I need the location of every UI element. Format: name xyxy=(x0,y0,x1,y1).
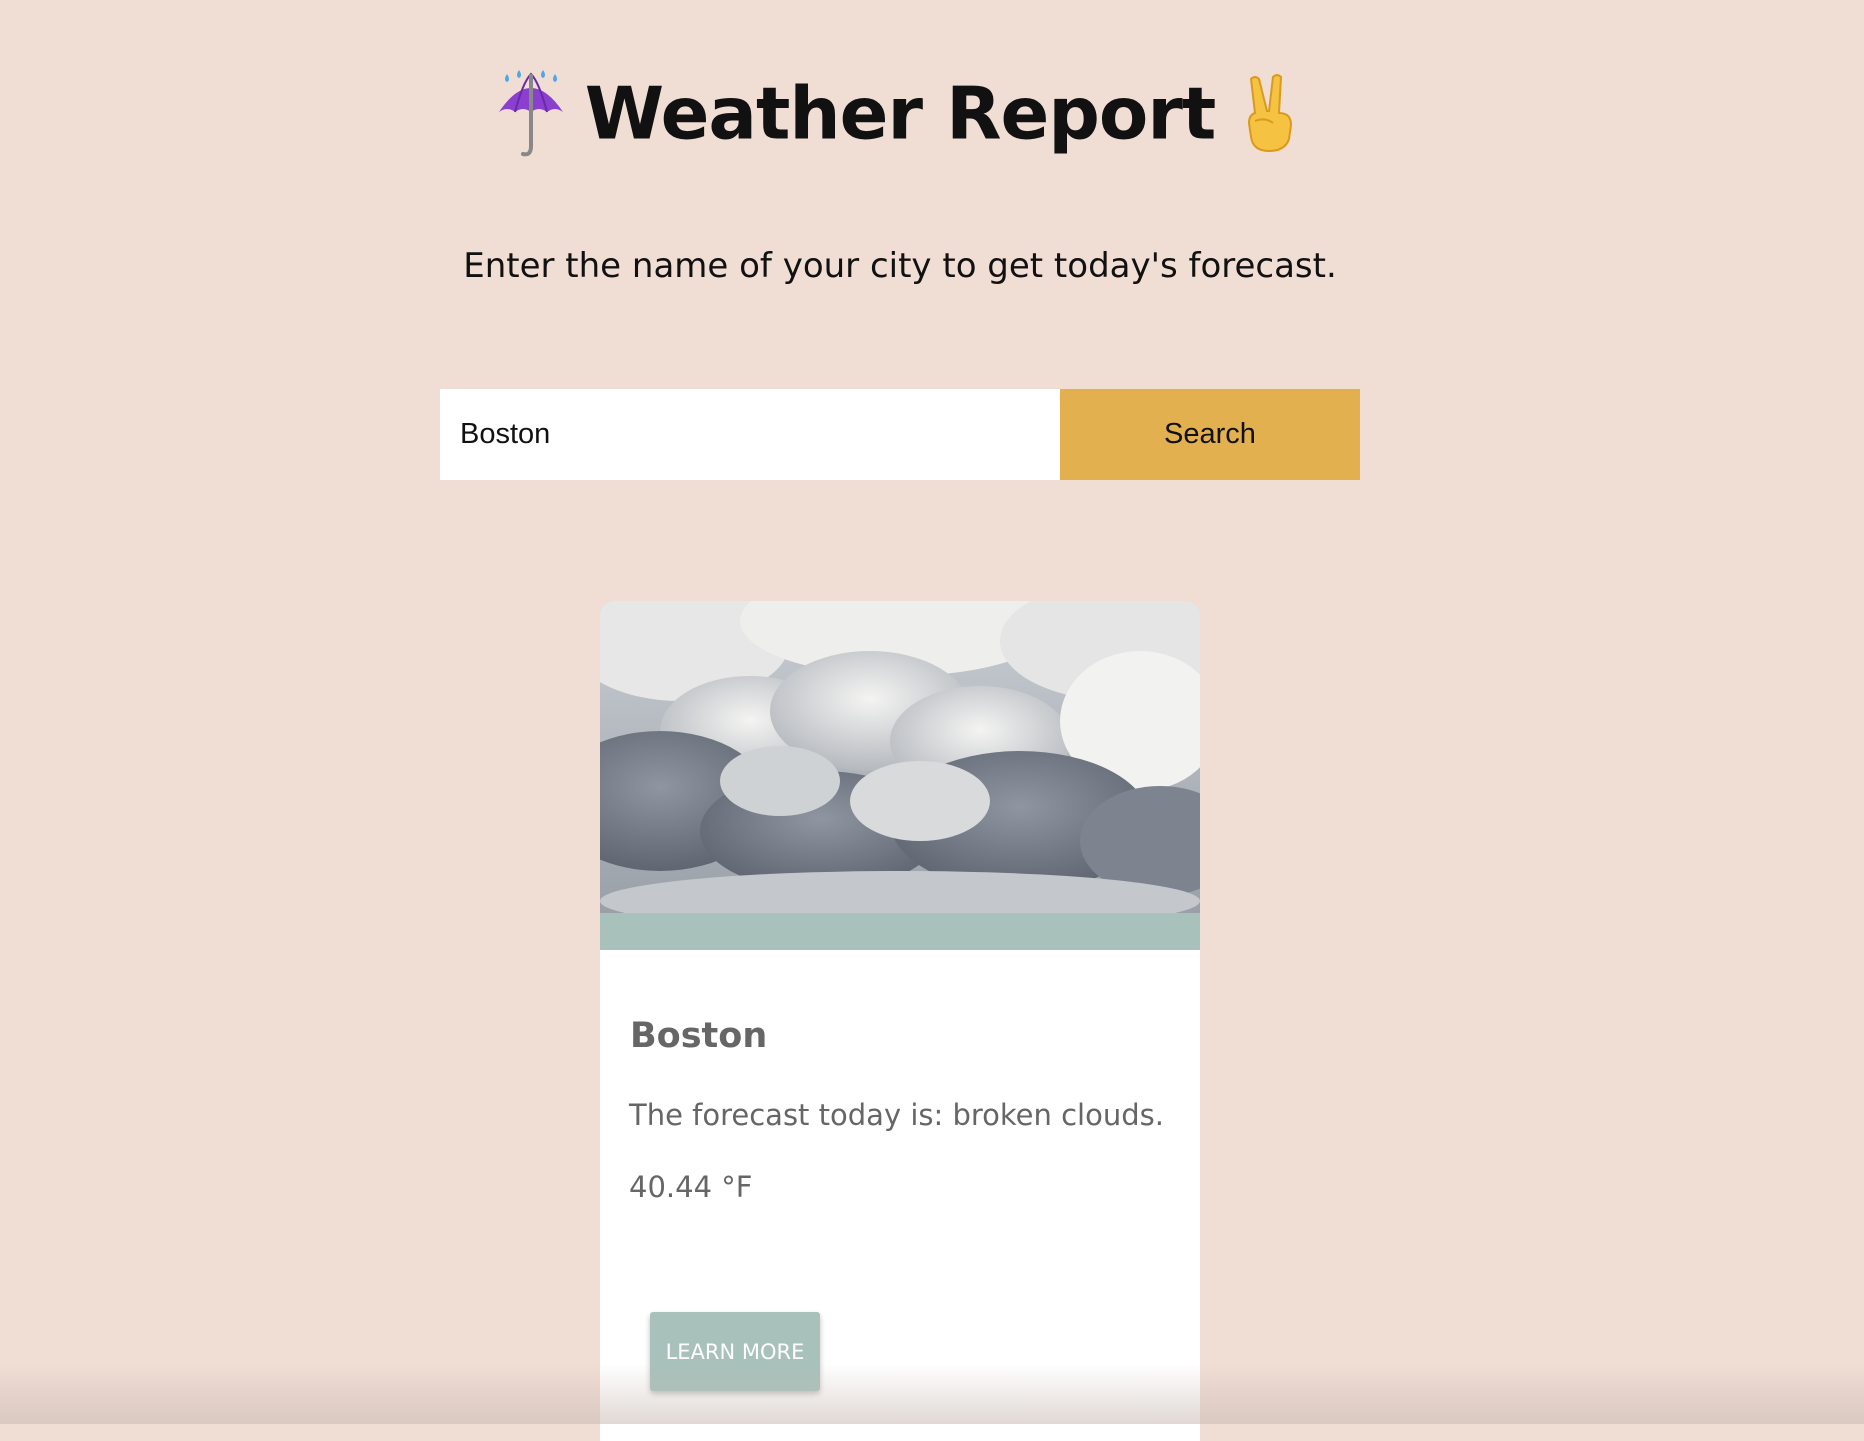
page: Weather Report Enter the name of your ci… xyxy=(0,0,1864,1441)
clouds-photo xyxy=(600,601,1200,913)
city-search-input[interactable] xyxy=(440,389,1060,480)
umbrella-rain-icon xyxy=(493,68,569,158)
temperature-text: 40.44 °F xyxy=(629,1170,753,1204)
search-button[interactable]: Search xyxy=(1060,389,1360,480)
forecast-text: The forecast today is: broken clouds. xyxy=(629,1098,1164,1132)
city-name: Boston xyxy=(630,1016,768,1056)
learn-more-button[interactable]: LEARN MORE xyxy=(650,1312,820,1391)
victory-hand-icon xyxy=(1231,68,1307,158)
intro-text: Enter the name of your city to get today… xyxy=(463,246,1337,286)
title-text: Weather Report xyxy=(584,71,1217,156)
search-bar: Search xyxy=(440,389,1360,480)
weather-card: Boston The forecast today is: broken clo… xyxy=(600,601,1200,1441)
page-title: Weather Report xyxy=(0,48,1800,173)
card-accent-strip xyxy=(600,913,1200,950)
